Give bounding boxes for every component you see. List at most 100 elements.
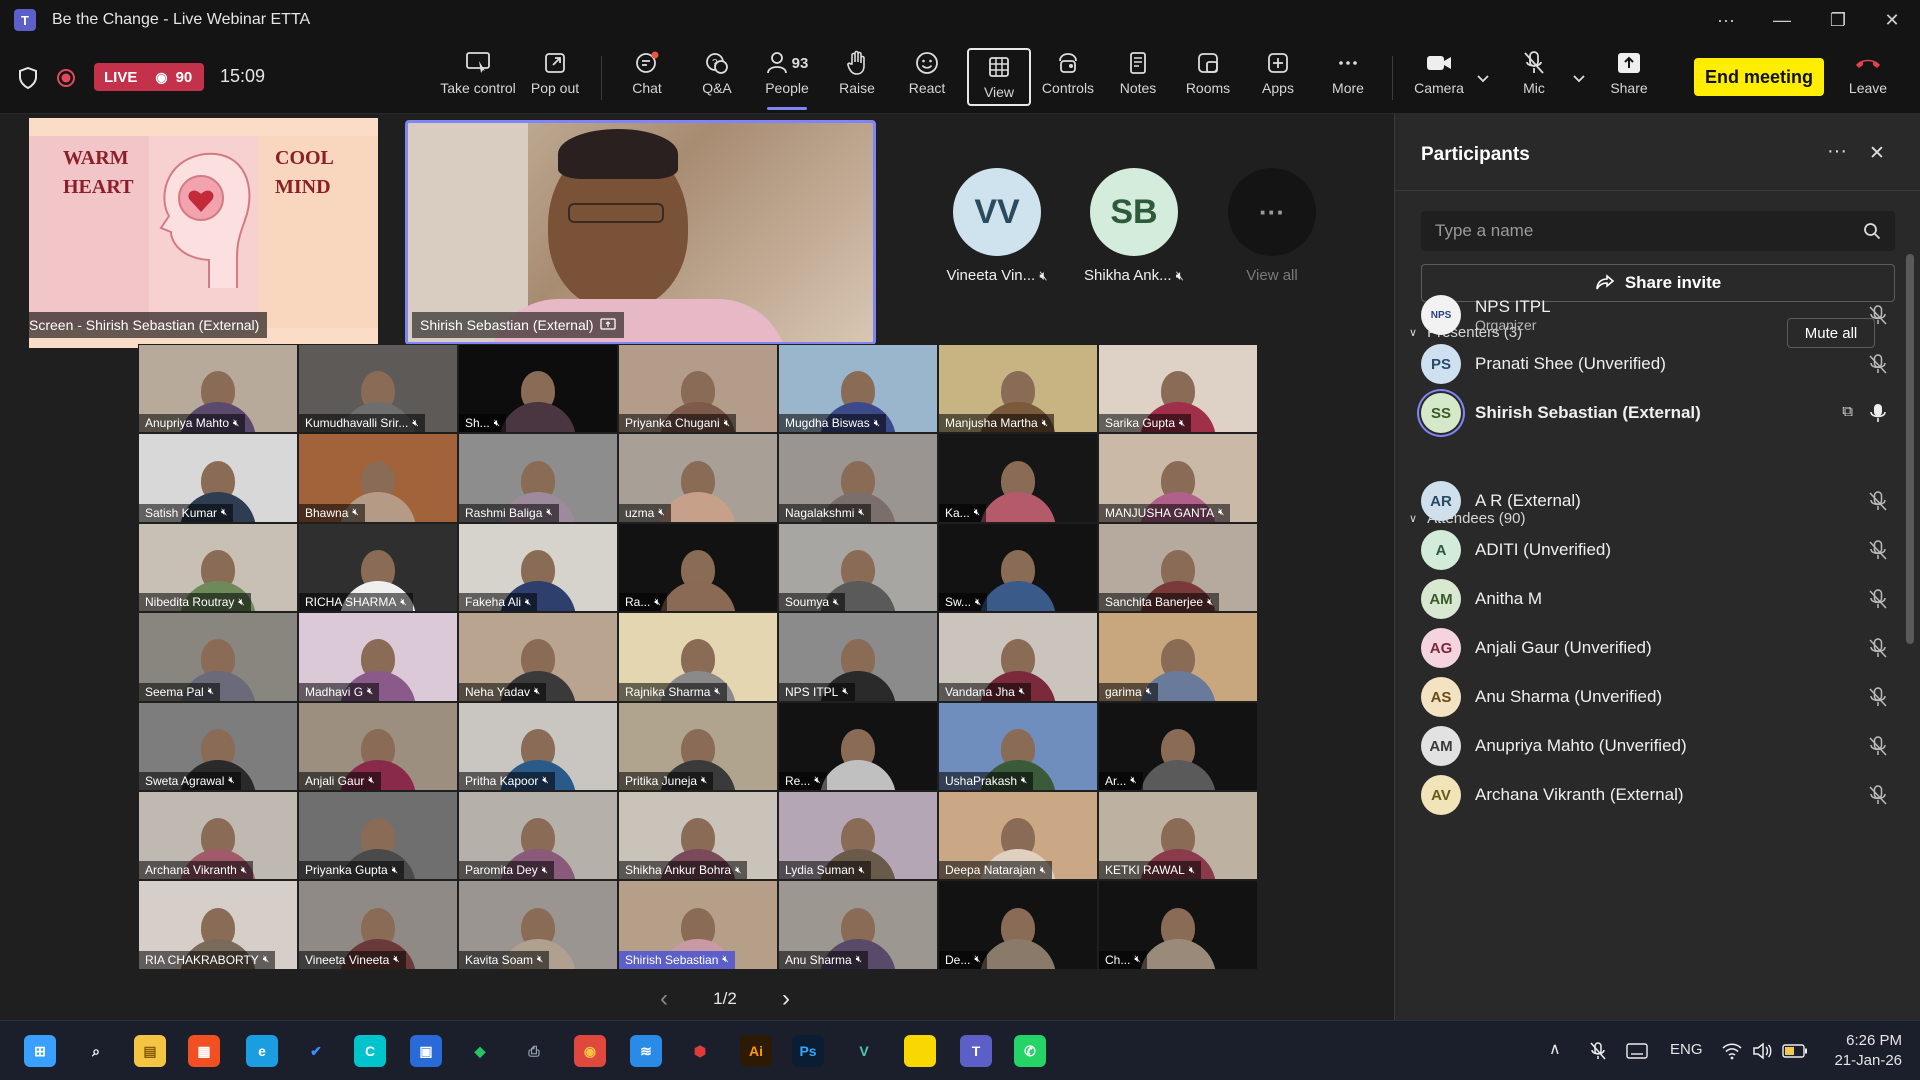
video-tile[interactable]: Archana Vikranth 🔇︎	[138, 790, 298, 881]
restore-icon[interactable]: ❐	[1810, 0, 1866, 40]
participant-row[interactable]: AR A R (External)	[1421, 478, 1895, 524]
participant-row[interactable]: AM Anitha M	[1421, 576, 1895, 622]
video-tile[interactable]: Nibedita Routray 🔇︎	[138, 522, 298, 613]
video-tile[interactable]: KETKI RAWAL 🔇︎	[1098, 790, 1258, 881]
more-button[interactable]: More	[1316, 46, 1380, 106]
leave-button[interactable]: Leave	[1836, 46, 1900, 106]
app-diamond-icon[interactable]: ◆	[464, 1035, 496, 1067]
teams-icon[interactable]: T	[960, 1035, 992, 1067]
participant-row[interactable]: PS Pranati Shee (Unverified)	[1421, 341, 1895, 387]
mic-on-icon[interactable]	[1867, 402, 1889, 424]
keyboard-icon[interactable]	[1626, 1043, 1648, 1059]
mic-off-icon[interactable]	[1867, 686, 1889, 708]
language-indicator[interactable]: ENG	[1670, 1041, 1703, 1058]
close-window-icon[interactable]: ✕	[1864, 0, 1920, 40]
security-icon[interactable]: ⬢	[684, 1035, 716, 1067]
tray-overflow-chevron[interactable]: ∧	[1549, 1039, 1561, 1059]
video-tile[interactable]: De... 🔇︎	[938, 880, 1098, 970]
mic-options-chevron-icon[interactable]	[1572, 74, 1586, 84]
video-tile[interactable]: garima 🔇︎	[1098, 612, 1258, 702]
video-tile[interactable]: Priyanka Chugani 🔇︎	[618, 344, 778, 434]
panel-scrollbar[interactable]	[1906, 254, 1914, 644]
controls-button[interactable]: Controls	[1036, 46, 1100, 106]
video-tile[interactable]: Shirish Sebastian 🔇︎	[618, 880, 778, 970]
video-tile[interactable]: Fakeha Ali 🔇︎	[458, 522, 618, 613]
end-meeting-button[interactable]: End meeting	[1694, 58, 1824, 96]
video-tile[interactable]: Sanchita Banerjee 🔇︎	[1098, 522, 1258, 613]
video-tile[interactable]: Sw... 🔇︎	[938, 522, 1098, 613]
wifi-icon[interactable]	[1722, 1042, 1742, 1060]
video-tile[interactable]: Ka... 🔇︎	[938, 433, 1098, 523]
video-tile[interactable]: Priyanka Gupta 🔇︎	[298, 790, 458, 881]
tray-mic-muted-icon[interactable]	[1588, 1041, 1608, 1061]
printer-icon[interactable]: ⎙	[518, 1035, 550, 1067]
volume-icon[interactable]	[1752, 1042, 1772, 1060]
sticky-notes-icon[interactable]: ■	[904, 1035, 936, 1067]
video-tile[interactable]: Seema Pal 🔇︎	[138, 612, 298, 702]
video-tile[interactable]: Sh... 🔇︎	[458, 344, 618, 434]
people-button[interactable]: 93 People	[755, 46, 819, 110]
mic-off-icon[interactable]	[1867, 490, 1889, 512]
mic-off-icon[interactable]	[1867, 735, 1889, 757]
remote-desktop-icon[interactable]: ▣	[410, 1035, 442, 1067]
video-tile[interactable]: NPS ITPL 🔇︎	[778, 612, 938, 702]
apps-button[interactable]: Apps	[1246, 46, 1310, 106]
video-tile[interactable]: Anupriya Mahto 🔇︎	[138, 344, 298, 434]
video-tile[interactable]: Lydia Suman 🔇︎	[778, 790, 938, 881]
video-tile[interactable]: Bhawna 🔇︎	[298, 433, 458, 523]
avatar-sb[interactable]: SB	[1090, 168, 1178, 256]
share-button[interactable]: Share	[1597, 46, 1661, 106]
microsoft-store-icon[interactable]: ▦	[188, 1035, 220, 1067]
visual-studio-icon[interactable]: V	[848, 1035, 880, 1067]
video-tile[interactable]: Ch... 🔇︎	[1098, 880, 1258, 970]
photoshop-icon[interactable]: Ps	[792, 1035, 824, 1067]
illustrator-icon[interactable]: Ai	[740, 1035, 772, 1067]
panel-more-icon[interactable]: ···	[1827, 140, 1847, 163]
camera-button[interactable]: Camera	[1407, 46, 1471, 106]
video-tile[interactable]: Anjali Gaur 🔇︎	[298, 701, 458, 791]
clock[interactable]: 6:26 PM 21-Jan-26	[1832, 1031, 1902, 1071]
take-control-button[interactable]: Take control	[440, 46, 516, 106]
prev-page-button[interactable]: ‹	[660, 985, 668, 1013]
video-tile[interactable]: Kavita Soam 🔇︎	[458, 880, 618, 970]
video-tile[interactable]: Pritika Juneja 🔇︎	[618, 701, 778, 791]
video-tile[interactable]: Nagalakshmi 🔇︎	[778, 433, 938, 523]
participant-row[interactable]: AV Archana Vikranth (External)	[1421, 772, 1895, 818]
screen-share-tile[interactable]: WARM HEART COOL MIND Screen - Shirish Se…	[29, 118, 378, 348]
video-tile[interactable]: Kumudhavalli Srir... 🔇︎	[298, 344, 458, 434]
video-tile[interactable]: Manjusha Martha 🔇︎	[938, 344, 1098, 434]
video-tile[interactable]: Paromita Dey 🔇︎	[458, 790, 618, 881]
participant-search-input[interactable]: Type a name	[1421, 211, 1895, 251]
video-tile[interactable]: Mugdha Biswas 🔇︎	[778, 344, 938, 434]
avatar-vv[interactable]: VV	[953, 168, 1041, 256]
participant-row[interactable]: NPS NPS ITPL Organizer	[1421, 292, 1895, 338]
shield-icon[interactable]	[18, 67, 38, 89]
active-speaker-tile[interactable]: Shirish Sebastian (External)	[405, 120, 876, 345]
video-tile[interactable]: Rashmi Baliga 🔇︎	[458, 433, 618, 523]
chrome-icon[interactable]: ◉	[574, 1035, 606, 1067]
video-tile[interactable]: Vandana Jha 🔇︎	[938, 612, 1098, 702]
react-button[interactable]: React	[895, 46, 959, 106]
todo-icon[interactable]: ✔	[300, 1035, 332, 1067]
participant-row[interactable]: SS Shirish Sebastian (External) ⧉	[1421, 390, 1895, 436]
mic-off-icon[interactable]	[1867, 784, 1889, 806]
mic-off-icon[interactable]	[1867, 637, 1889, 659]
search-icon[interactable]: ⌕	[80, 1035, 112, 1067]
minimize-icon[interactable]: —	[1754, 0, 1810, 40]
mic-off-icon[interactable]	[1867, 588, 1889, 610]
view-button[interactable]: View	[967, 48, 1031, 106]
windows-start-icon[interactable]: ⊞	[24, 1035, 56, 1067]
video-tile[interactable]: RICHA SHARMA 🔇︎	[298, 522, 458, 613]
camera-options-chevron-icon[interactable]	[1476, 74, 1490, 84]
video-tile[interactable]: Anu Sharma 🔇︎	[778, 880, 938, 970]
video-tile[interactable]: Neha Yadav 🔇︎	[458, 612, 618, 702]
video-tile[interactable]: Shikha Ankur Bohra 🔇︎	[618, 790, 778, 881]
mic-off-icon[interactable]	[1867, 304, 1889, 326]
video-tile[interactable]: Sarika Gupta 🔇︎	[1098, 344, 1258, 434]
video-tile[interactable]: RIA CHAKRABORTY 🔇︎	[138, 880, 298, 970]
video-tile[interactable]: Soumya 🔇︎	[778, 522, 938, 613]
video-tile[interactable]: Re... 🔇︎	[778, 701, 938, 791]
video-tile[interactable]: Vineeta Vineeta 🔇︎	[298, 880, 458, 970]
chat-button[interactable]: Chat	[615, 46, 679, 106]
video-tile[interactable]: Ra... 🔇︎	[618, 522, 778, 613]
